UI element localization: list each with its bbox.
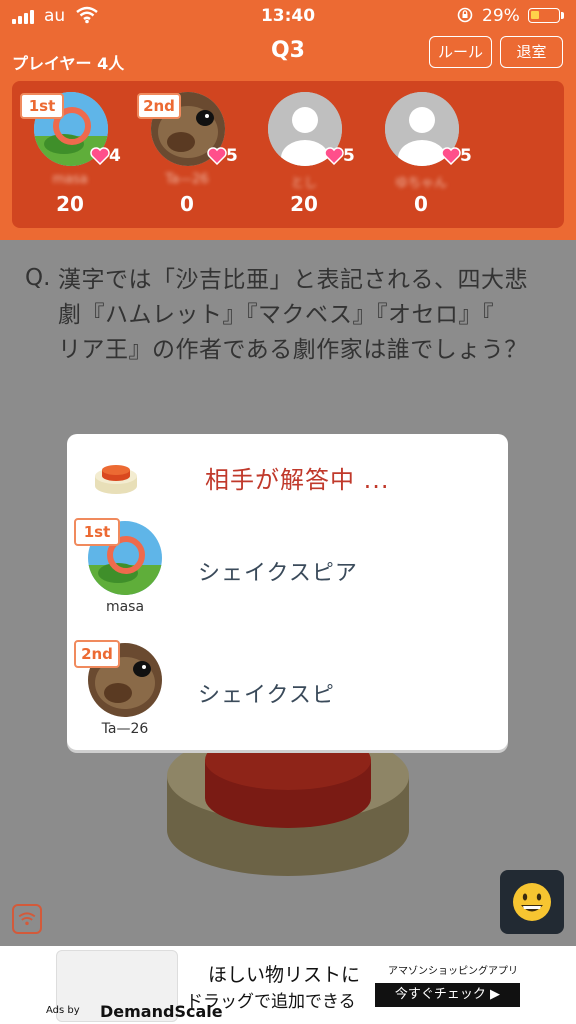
heart-icon xyxy=(324,147,344,165)
heart-icon xyxy=(90,147,110,165)
ad-headline: ほしい物リストに xyxy=(208,964,361,986)
hearts-count: 5 xyxy=(460,146,472,166)
player-card[interactable]: 5 ゆちゃん 0 xyxy=(365,92,472,222)
leave-room-button[interactable]: 退室 xyxy=(500,36,563,68)
question-line: 劇『ハムレット』『マクベス』『オセロ』『 xyxy=(58,302,494,328)
heart-icon xyxy=(207,147,227,165)
rules-button[interactable]: ルール xyxy=(429,36,492,68)
ad-cta-button[interactable]: 今すぐチェック ▶ xyxy=(375,983,520,1007)
answering-status: 相手が解答中 ... xyxy=(205,466,390,494)
answer-text: シェイクスピア xyxy=(198,561,358,586)
player-card[interactable]: 1st 4 masa 20 xyxy=(14,92,121,222)
rank-badge: 2nd xyxy=(74,640,120,668)
question-line: リア王』の作者である劇作家は誰でしょう？ xyxy=(58,337,528,363)
player-card[interactable]: 5 とし 20 xyxy=(248,92,355,222)
ad-network-logo: DemandScale xyxy=(100,1002,223,1021)
player-name: ゆちゃん xyxy=(394,176,447,191)
question-text: 漢字では「沙吉比亜」と表記される、四大悲 劇『ハムレット』『マクベス』『オセロ』… xyxy=(58,263,558,368)
lock-rotation-icon xyxy=(457,7,473,23)
battery-tip xyxy=(561,12,564,19)
answer-text: シェイクスピ xyxy=(198,683,335,708)
battery-icon xyxy=(528,8,560,23)
hearts-count: 5 xyxy=(343,146,355,166)
battery-percent: 29% xyxy=(482,6,520,26)
emoji-reaction-button[interactable] xyxy=(500,870,564,934)
player-score: 20 xyxy=(56,192,84,216)
player-score: 20 xyxy=(290,192,318,216)
ads-by-label: Ads by xyxy=(46,1005,80,1016)
answerer-name: Ta—26 xyxy=(101,721,149,737)
ad-tagline: アマゾンショッピングアプリ xyxy=(388,966,518,977)
hearts-count: 4 xyxy=(109,146,121,166)
player-name: masa xyxy=(52,172,88,187)
buzzer-small-icon xyxy=(95,465,137,494)
player-name: Ta—26 xyxy=(165,172,209,187)
hearts-count: 5 xyxy=(226,146,238,166)
answerer-name: masa xyxy=(105,599,145,615)
question-prefix: Q. xyxy=(25,265,51,291)
rank-badge: 1st xyxy=(20,93,64,119)
connection-wifi-icon[interactable] xyxy=(12,904,42,934)
player-name: とし xyxy=(290,176,317,191)
heart-icon xyxy=(441,147,461,165)
rank-badge: 2nd xyxy=(137,93,181,119)
player-score: 0 xyxy=(414,192,428,216)
grinning-emoji-icon xyxy=(513,883,551,921)
player-score: 0 xyxy=(180,192,194,216)
question-line: 漢字では「沙吉比亜」と表記される、四大悲 xyxy=(58,267,528,293)
player-card[interactable]: 2nd 5 Ta—26 0 xyxy=(131,92,238,222)
rank-badge: 1st xyxy=(74,518,120,546)
